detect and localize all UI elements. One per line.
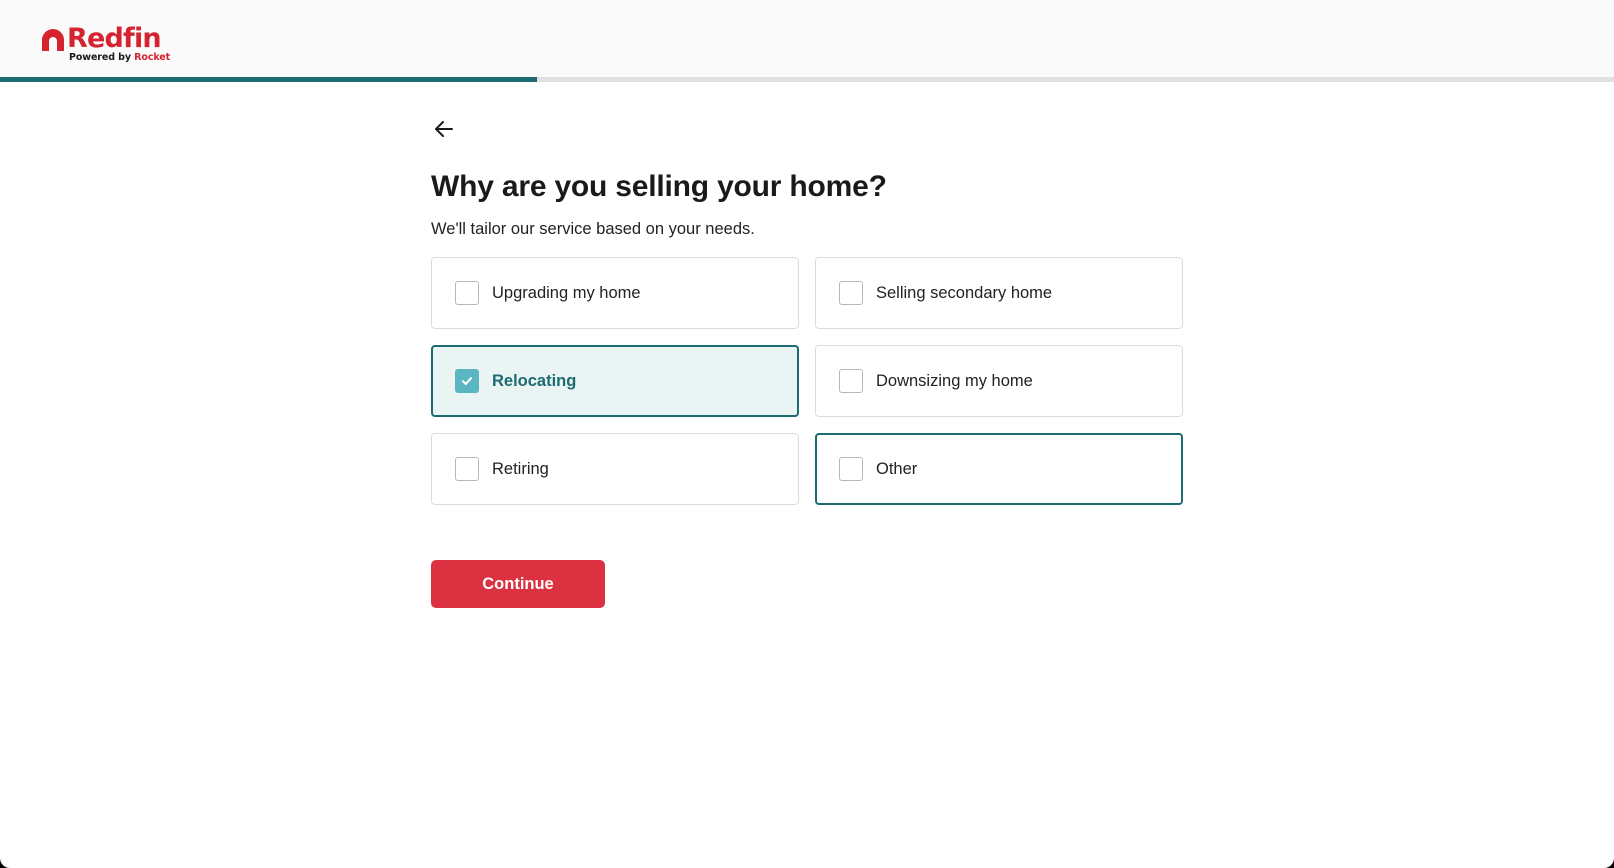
page-subtitle: We'll tailor our service based on your n… [431, 220, 755, 238]
top-header: Redfin Powered by Rocket [0, 0, 1614, 77]
option-retiring[interactable]: Retiring [431, 433, 799, 505]
checkmark-icon [462, 377, 472, 385]
progress-bar [0, 77, 1614, 82]
checkbox[interactable] [455, 281, 479, 305]
option-label: Selling secondary home [876, 283, 1053, 302]
option-relocating[interactable]: Relocating [431, 345, 799, 417]
option-upgrading-my-home[interactable]: Upgrading my home [431, 257, 799, 329]
checkbox[interactable] [455, 457, 479, 481]
option-other[interactable]: Other [815, 433, 1183, 505]
checkbox[interactable] [839, 457, 863, 481]
option-selling-secondary-home[interactable]: Selling secondary home [815, 257, 1183, 329]
brand-name: Redfin [67, 23, 162, 54]
checkbox[interactable] [455, 369, 479, 393]
option-label: Relocating [492, 371, 577, 390]
option-label: Retiring [492, 459, 549, 478]
progress-bar-fill [0, 77, 538, 82]
partner-name: Rocket [134, 52, 171, 63]
powered-by-text: Powered by Rocket [69, 52, 170, 63]
reason-options: Upgrading my home Selling secondary home… [431, 257, 1183, 505]
powered-by-label: Powered by [69, 52, 131, 63]
checkbox[interactable] [839, 281, 863, 305]
redfin-arch-icon [42, 29, 64, 51]
option-label: Downsizing my home [876, 371, 1033, 390]
option-label: Other [876, 459, 918, 478]
checkbox[interactable] [839, 369, 863, 393]
arrow-left-icon [435, 121, 453, 137]
page: Redfin Powered by Rocket Why are you sel… [0, 0, 1614, 868]
page-title: Why are you selling your home? [431, 170, 887, 203]
option-downsizing-my-home[interactable]: Downsizing my home [815, 345, 1183, 417]
back-button[interactable] [431, 116, 457, 142]
option-label: Upgrading my home [492, 283, 641, 302]
redfin-logo[interactable]: Redfin Powered by Rocket [40, 22, 170, 66]
continue-button[interactable]: Continue [431, 560, 605, 608]
